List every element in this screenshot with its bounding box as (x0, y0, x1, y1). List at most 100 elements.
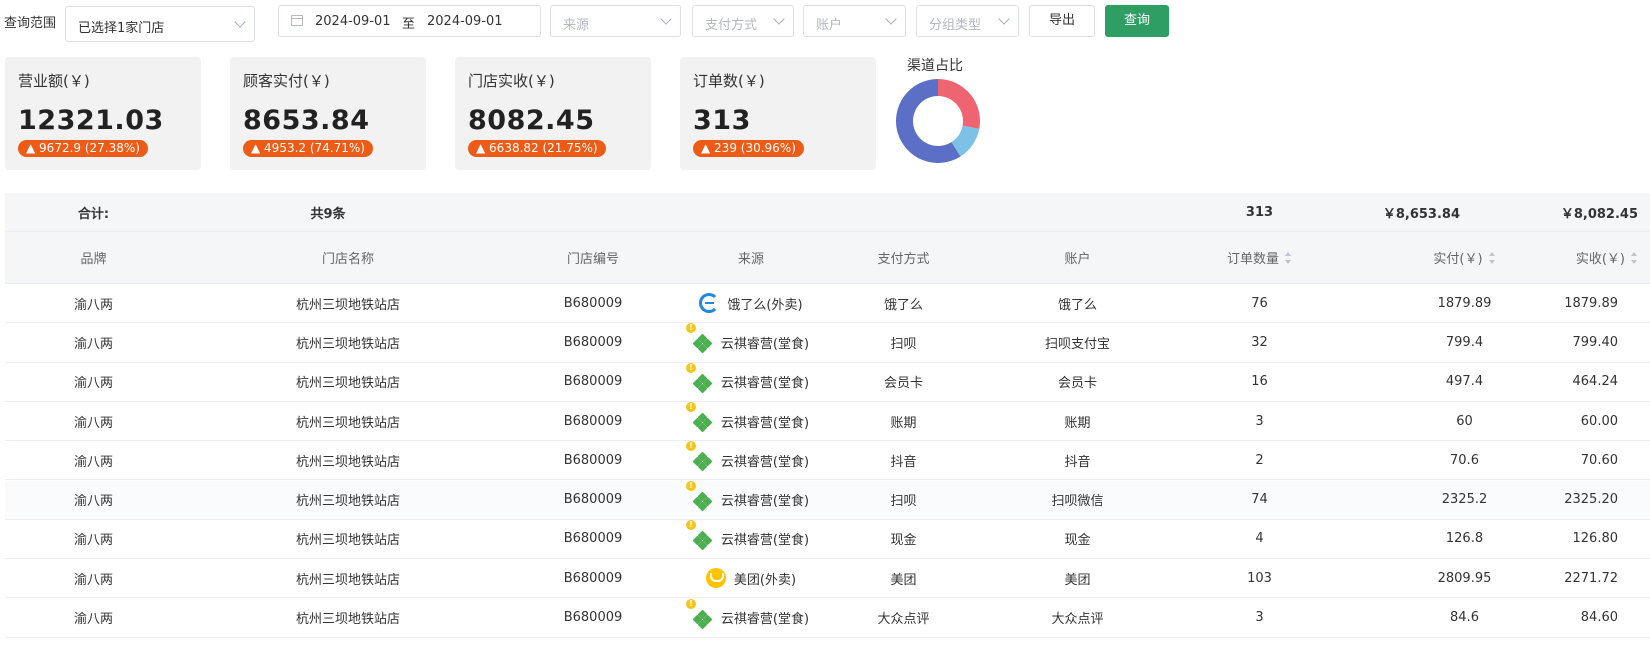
cell-brand: 渝八两 (73, 415, 113, 431)
meituan-icon (705, 568, 726, 589)
group-type-placeholder: 分组类型 (929, 18, 982, 33)
cell-account: 扫呗微信 (1051, 494, 1104, 510)
summary-orders: 313 (1245, 204, 1274, 220)
kpi-card-revenue: 营业额(￥) 12321.03 ▲ 9672.9 (27.38%) (5, 57, 201, 170)
kpi-change-badge: ▲ 4953.2 (74.71%) (243, 140, 373, 157)
account-select[interactable]: 账户 (803, 5, 906, 37)
cell-payment: 扫呗 (890, 336, 917, 352)
warning-icon: ! (685, 323, 696, 334)
table-row[interactable]: 渝八两 杭州三坝地铁站店 B680009! 云祺睿营(堂食) 账期 账期 3 60 60.00 (5, 401, 1650, 442)
cell-brand: 渝八两 (73, 336, 113, 352)
cell-payment: 大众点评 (877, 612, 930, 628)
yunqi-icon: ! (685, 323, 713, 354)
cell-received: 1879.89 (1564, 295, 1618, 311)
cell-store: 杭州三坝地铁站店 (295, 494, 400, 510)
cell-store-code: B680009 (563, 374, 623, 390)
yunqi-icon: ! (685, 441, 713, 472)
payment-select[interactable]: 支付方式 (692, 5, 794, 37)
cell-brand: 渝八两 (73, 454, 113, 470)
summary-count: 共9条 (310, 206, 346, 222)
cell-received: 2325.20 (1564, 492, 1618, 508)
cell-payment: 扫呗 (890, 494, 917, 510)
cell-account: 现金 (1064, 533, 1091, 549)
kpi-value: 8082.45 (468, 105, 595, 136)
channel-chart-title: 渠道占比 (907, 58, 963, 74)
table-row[interactable]: 渝八两 杭州三坝地铁站店 B680009! 云祺睿营(堂食) 会员卡 会员卡 16 497.4… (5, 362, 1650, 402)
donut-segment[interactable] (938, 79, 980, 129)
table-row[interactable]: 渝八两 杭州三坝地铁站店 B680009! 云祺睿营(堂食) 扫呗 扫呗支付宝 32 799.… (5, 323, 1650, 363)
cell-store: 杭州三坝地铁站店 (295, 533, 400, 549)
cell-store-code: B680009 (563, 492, 623, 508)
cell-orders: 74 (1251, 492, 1268, 508)
cell-source: 饿了么(外卖) (646, 284, 856, 322)
cell-store-code: B680009 (563, 531, 623, 547)
table-row[interactable]: 渝八两 杭州三坝地铁站店 B680009 美团(外卖) 美团 美团 103 2809.95 22… (5, 559, 1650, 599)
col-header-store: 门店名称 (321, 252, 374, 267)
cell-account: 扫呗支付宝 (1044, 336, 1110, 352)
sort-icon[interactable] (1631, 251, 1638, 264)
summary-row: 合计: 共9条 313 ￥8,653.84 ￥8,082.45 (5, 193, 1650, 232)
kpi-value: 8653.84 (243, 105, 370, 136)
cell-account: 账期 (1064, 415, 1091, 431)
table-row[interactable]: 渝八两 杭州三坝地铁站店 B680009 饿了么(外卖) 饿了么 饿了么 76 1879.89… (5, 284, 1650, 324)
group-type-select[interactable]: 分组类型 (916, 5, 1019, 37)
store-select-value: 已选择1家门店 (78, 21, 165, 36)
kpi-value: 12321.03 (18, 105, 164, 136)
cell-store-code: B680009 (563, 295, 623, 311)
store-select[interactable]: 已选择1家门店 (65, 6, 255, 42)
scope-label: 查询范围 (4, 16, 57, 31)
date-start[interactable]: 2024-09-01 (315, 14, 391, 29)
export-button[interactable]: 导出 (1029, 5, 1095, 37)
cell-source: 美团(外卖) (646, 559, 856, 597)
summary-received: ￥8,082.45 (1560, 206, 1638, 222)
yunqi-icon: ! (685, 362, 713, 394)
col-header-received[interactable]: 实收(￥) (1468, 232, 1638, 283)
col-header-orders[interactable]: 订单数量 (1167, 232, 1352, 283)
col-header-orders-label: 订单数量 (1226, 252, 1279, 267)
query-button[interactable]: 查询 (1105, 5, 1169, 37)
cell-brand: 渝八两 (73, 533, 113, 549)
source-placeholder: 来源 (563, 18, 590, 33)
summary-label: 合计: (77, 206, 110, 222)
warning-icon: ! (685, 598, 696, 609)
table-row[interactable]: 渝八两 杭州三坝地铁站店 B680009! 云祺睿营(堂食) 现金 现金 4 126.8 126… (5, 519, 1650, 560)
cell-source: ! 云祺睿营(堂食) (646, 598, 856, 636)
cell-account: 抖音 (1064, 454, 1091, 470)
yunqi-icon: ! (685, 598, 713, 629)
cell-source-label: 云祺睿营(堂食) (720, 494, 810, 510)
cell-received: 70.60 (1580, 452, 1618, 468)
kpi-card-store-received: 门店实收(￥) 8082.45 ▲ 6638.82 (21.75%) (455, 57, 651, 170)
cell-orders: 2 (1255, 452, 1264, 468)
warning-icon: ! (685, 519, 696, 530)
cell-payment: 会员卡 (883, 376, 923, 392)
cell-source-label: 云祺睿营(堂食) (720, 533, 810, 549)
col-header-payment: 支付方式 (877, 252, 930, 267)
cell-brand: 渝八两 (73, 572, 113, 588)
calendar-icon (291, 15, 303, 26)
cell-brand: 渝八两 (73, 494, 113, 510)
yunqi-icon: ! (685, 519, 713, 551)
eleme-icon (699, 293, 720, 314)
channel-donut[interactable] (893, 76, 983, 166)
table-row[interactable]: 渝八两 杭州三坝地铁站店 B680009! 云祺睿营(堂食) 大众点评 大众点评 3 84.6… (5, 598, 1650, 638)
date-end[interactable]: 2024-09-01 (427, 14, 503, 29)
cell-source-label: 云祺睿营(堂食) (720, 415, 810, 431)
kpi-card-customer-paid: 顾客实付(￥) 8653.84 ▲ 4953.2 (74.71%) (230, 57, 426, 170)
source-select[interactable]: 来源 (550, 5, 681, 37)
warning-icon: ! (685, 441, 696, 452)
cell-received: 464.24 (1572, 374, 1619, 390)
yunqi-icon: ! (685, 402, 713, 433)
table-row[interactable]: 渝八两 杭州三坝地铁站店 B680009! 云祺睿营(堂食) 抖音 抖音 2 70.6 70.6… (5, 441, 1650, 481)
table-row[interactable]: 渝八两 杭州三坝地铁站店 B680009! 云祺睿营(堂食) 扫呗 扫呗微信 74 2325.… (5, 480, 1650, 520)
kpi-label: 订单数(￥) (693, 72, 765, 90)
chevron-down-icon (773, 13, 785, 25)
chevron-down-icon (885, 13, 897, 25)
col-header-account: 账户 (1064, 252, 1091, 267)
cell-store-code: B680009 (563, 334, 623, 350)
cell-received: 60.00 (1580, 413, 1618, 429)
col-header-source: 来源 (737, 252, 764, 267)
cell-store: 杭州三坝地铁站店 (295, 297, 400, 313)
date-range-picker[interactable]: 2024-09-01 至 2024-09-01 (278, 5, 541, 37)
cell-store: 杭州三坝地铁站店 (295, 454, 400, 470)
sort-icon[interactable] (1285, 251, 1292, 264)
